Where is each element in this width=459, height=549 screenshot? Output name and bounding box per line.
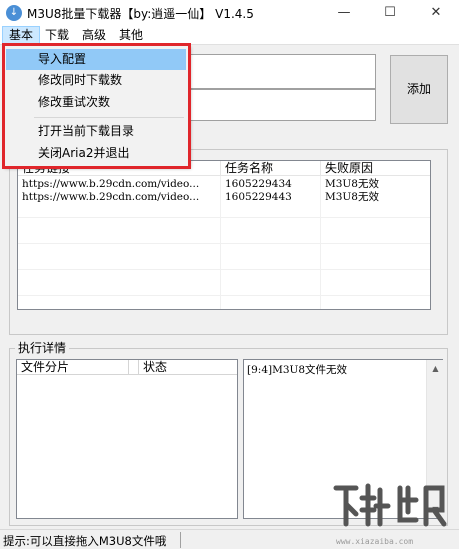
scroll-up-icon[interactable]: ▲ (427, 360, 444, 377)
row-name: 1605229434 (225, 178, 292, 190)
url-input[interactable] (186, 54, 376, 89)
table-row[interactable]: https://www.b.29cdn.com/video... 1605229… (18, 178, 430, 191)
status-text: 提示:可以直接拖入M3U8文件哦 (3, 534, 167, 548)
download-icon: ↓ (6, 5, 22, 21)
row-reason: M3U8无效 (325, 191, 379, 203)
row-url: https://www.b.29cdn.com/video... (22, 191, 200, 203)
column-file-segment[interactable]: 文件分片 (17, 360, 129, 375)
name-input[interactable] (186, 89, 376, 121)
add-button[interactable]: 添加 (390, 55, 448, 124)
close-button[interactable]: ✕ (413, 0, 459, 26)
column-spacer (129, 360, 139, 375)
grid-divider (18, 243, 430, 244)
details-title: 执行详情 (15, 341, 70, 355)
log-line: [9:4]M3U8文件无效 (247, 364, 348, 376)
grid-divider (18, 217, 430, 218)
window-title: M3U8批量下载器【by:逍遥一仙】 V1.4.5 (27, 7, 254, 21)
watermark-logo-icon (333, 483, 447, 527)
annotation-highlight (2, 43, 191, 169)
grid-divider (18, 269, 430, 270)
row-name: 1605229443 (225, 191, 292, 203)
watermark-text: www.xiazaiba.com (336, 537, 414, 546)
maximize-button[interactable]: ☐ (367, 0, 413, 26)
task-list[interactable]: 任务链接 任务名称 失败原因 https://www.b.29cdn.com/v… (17, 160, 431, 310)
table-row[interactable]: https://www.b.29cdn.com/video... 1605229… (18, 191, 430, 204)
title-bar: ↓ M3U8批量下载器【by:逍遥一仙】 V1.4.5 — ☐ ✕ (0, 0, 459, 26)
grid-divider (18, 295, 430, 296)
status-separator (180, 532, 181, 548)
column-task-name[interactable]: 任务名称 (221, 161, 321, 176)
column-status[interactable]: 状态 (139, 360, 237, 375)
row-reason: M3U8无效 (325, 178, 379, 190)
row-url: https://www.b.29cdn.com/video... (22, 178, 200, 190)
column-fail-reason[interactable]: 失败原因 (321, 161, 430, 176)
segment-list[interactable]: 文件分片 状态 (16, 359, 238, 519)
minimize-button[interactable]: — (321, 0, 367, 26)
